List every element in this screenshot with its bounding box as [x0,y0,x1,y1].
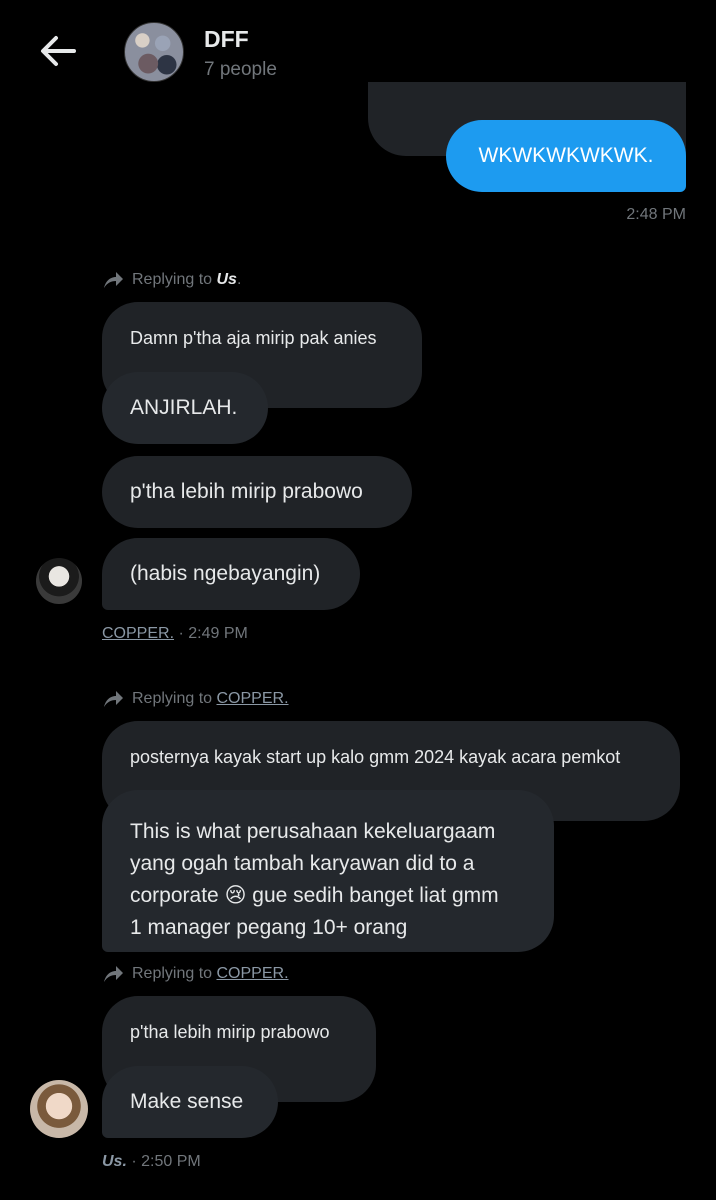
message-bubble[interactable]: ANJIRLAH. [102,372,268,444]
sent-message-text: WKWKWKWKWK. [478,144,654,167]
back-arrow-icon [41,36,76,66]
message-author-time: COPPER. · 2:49 PM [102,625,248,643]
message-line: corporate 😢 gue sedih banget liat gmm [130,880,526,912]
group-name[interactable]: DFF [204,26,249,53]
group-avatar[interactable] [124,22,184,82]
quoted-message-text: posternya kayak start up kalo gmm 2024 k… [130,747,621,767]
reply-target: COPPER. [216,690,289,707]
sent-message-bubble[interactable]: WKWKWKWKWK. [446,120,686,192]
reply-arrow-icon [104,691,123,707]
avatar[interactable] [36,558,82,604]
message-bubble[interactable]: This is what perusahaan kekeluargaam yan… [102,790,554,952]
message-text: Make sense [130,1090,244,1113]
message-author-time: Us. · 2:50 PM [102,1153,201,1171]
sent-message-time: 2:48 PM [626,206,686,223]
message-text: ANJIRLAH. [130,396,238,419]
reply-prefix: Replying to [132,271,217,288]
message-bubble[interactable]: Make sense [102,1066,278,1138]
reply-context[interactable]: Replying to Us. [102,270,241,290]
quoted-message-text: p'tha lebih mirip prabowo [130,1022,330,1042]
quoted-message-text: Damn p'tha aja mirip pak anies [130,328,377,348]
message-line: yang ogah tambah karyawan did to a [130,852,475,875]
message-text: corporate [130,884,225,907]
reply-target: COPPER. [216,965,289,982]
author-name[interactable]: Us. [102,1153,127,1170]
author-name[interactable]: COPPER. [102,625,174,642]
message-text: p'tha lebih mirip prabowo [130,480,363,503]
reply-context[interactable]: Replying to COPPER. [102,964,289,984]
message-time: · 2:49 PM [174,625,248,642]
reply-suffix: . [236,271,242,288]
back-button[interactable] [38,34,78,68]
message-bubble[interactable]: (habis ngebayangin) [102,538,360,610]
reply-prefix: Replying to [132,690,217,707]
avatar[interactable] [30,1080,88,1138]
reply-arrow-icon [104,966,123,982]
message-line: This is what perusahaan kekeluargaam [130,820,496,843]
reply-context[interactable]: Replying to COPPER. [102,689,289,709]
message-time: · 2:50 PM [126,1153,201,1170]
message-text: gue sedih banget liat gmm [246,884,499,907]
reply-target: Us [216,271,237,288]
group-member-count: 7 people [204,59,277,80]
message-line: 1 manager pegang 10+ orang [130,916,408,939]
crying-face-emoji: 😢 [224,884,247,907]
reply-arrow-icon [104,272,123,288]
message-text: (habis ngebayangin) [130,562,321,585]
message-bubble[interactable]: p'tha lebih mirip prabowo [102,456,412,528]
reply-prefix: Replying to [132,965,217,982]
